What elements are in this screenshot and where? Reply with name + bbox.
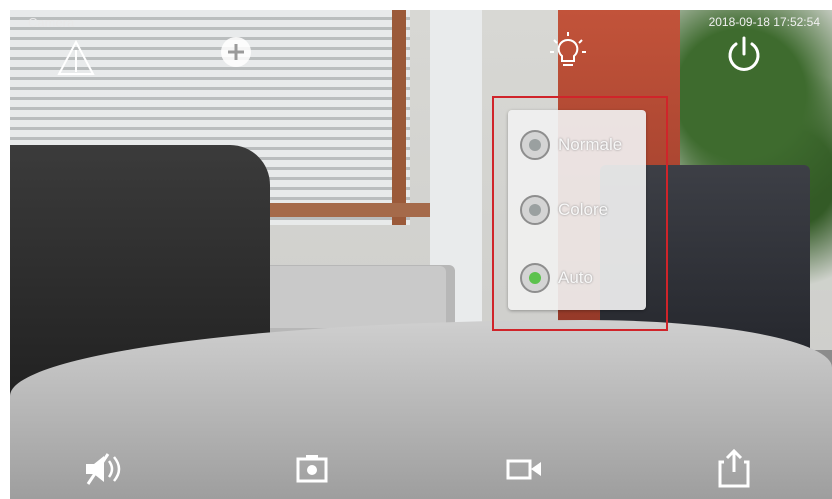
warning-icon[interactable] xyxy=(54,36,98,80)
mode-option-label: Colore xyxy=(558,200,609,219)
camera-view: Camera 2018-09-18 17:52:54 Normale Color… xyxy=(10,10,832,499)
camera-name-label: Camera xyxy=(28,15,75,30)
mode-option-label: Normale xyxy=(558,135,623,154)
speaker-mute-icon[interactable] xyxy=(78,446,126,492)
bottom-toolbar xyxy=(10,438,832,499)
add-icon[interactable] xyxy=(214,30,258,74)
camera-timestamp: 2018-09-18 17:52:54 xyxy=(708,15,820,29)
mode-option-colore[interactable]: Colore xyxy=(508,185,646,235)
video-record-icon[interactable] xyxy=(500,446,548,492)
radio-dot xyxy=(529,204,541,216)
night-mode-menu: Normale Colore Auto xyxy=(508,110,646,310)
mode-option-normale[interactable]: Normale xyxy=(508,120,646,170)
snapshot-icon[interactable] xyxy=(288,446,336,492)
light-bulb-icon[interactable] xyxy=(546,30,590,74)
power-icon[interactable] xyxy=(722,32,766,76)
mode-option-label: Auto xyxy=(558,268,593,287)
share-icon[interactable] xyxy=(710,446,758,492)
radio-button[interactable] xyxy=(520,195,550,225)
scene-sofa-back xyxy=(246,266,446,328)
radio-button[interactable] xyxy=(520,263,550,293)
scene-window-frame xyxy=(392,10,406,225)
mode-option-auto[interactable]: Auto xyxy=(508,253,646,303)
radio-dot-selected xyxy=(529,272,541,284)
radio-dot xyxy=(529,139,541,151)
radio-button[interactable] xyxy=(520,130,550,160)
